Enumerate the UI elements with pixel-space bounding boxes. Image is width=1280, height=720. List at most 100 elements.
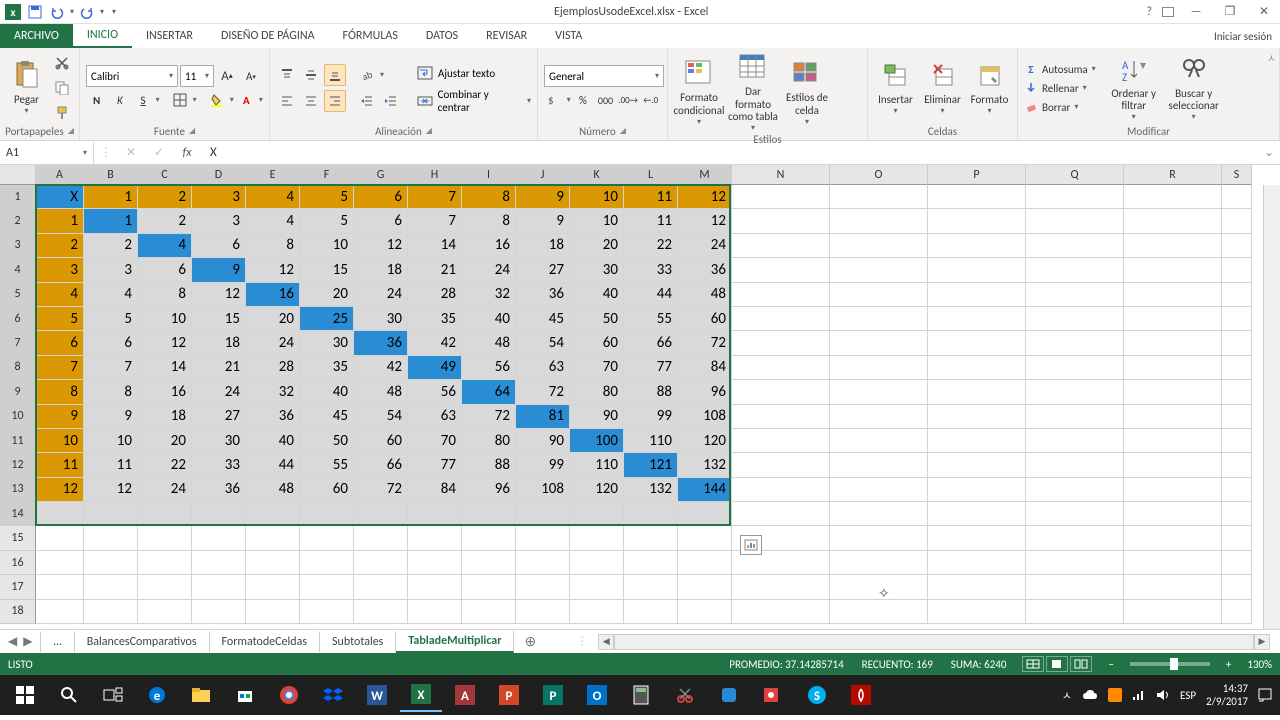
sheet-tab-subtotales[interactable]: Subtotales: [320, 631, 396, 652]
cell[interactable]: 55: [300, 453, 354, 477]
cell[interactable]: 4: [36, 283, 84, 307]
cell[interactable]: [732, 185, 830, 209]
cell[interactable]: 8: [36, 380, 84, 404]
help-icon[interactable]: ?: [1146, 5, 1152, 19]
cell[interactable]: 4: [84, 283, 138, 307]
start-button[interactable]: [4, 678, 46, 712]
cell[interactable]: [732, 331, 830, 355]
cell[interactable]: [928, 234, 1026, 258]
cell[interactable]: 3: [36, 258, 84, 282]
italic-button[interactable]: K: [109, 89, 130, 111]
number-format-selector[interactable]: General▾: [544, 65, 664, 87]
cell[interactable]: [246, 526, 300, 550]
cell[interactable]: 36: [192, 478, 246, 502]
cell[interactable]: [1124, 209, 1222, 233]
row-header[interactable]: 6: [0, 307, 36, 331]
cell[interactable]: 36: [516, 283, 570, 307]
cell[interactable]: 8: [462, 185, 516, 209]
signin-link[interactable]: Iniciar sesión: [1206, 24, 1280, 48]
acrobat-icon[interactable]: [840, 678, 882, 712]
cell[interactable]: 42: [354, 356, 408, 380]
column-header[interactable]: R: [1124, 165, 1222, 185]
cell[interactable]: [516, 526, 570, 550]
cell[interactable]: [1124, 405, 1222, 429]
quick-analysis-icon[interactable]: [740, 535, 762, 555]
cell[interactable]: [84, 551, 138, 575]
cell[interactable]: [516, 575, 570, 599]
cell[interactable]: 44: [246, 453, 300, 477]
cell[interactable]: [830, 258, 928, 282]
cell[interactable]: 21: [192, 356, 246, 380]
find-select-button[interactable]: Buscar y seleccionar▾: [1164, 54, 1224, 122]
cell[interactable]: 6: [192, 234, 246, 258]
column-header[interactable]: M: [678, 165, 732, 185]
cell[interactable]: 4: [138, 234, 192, 258]
underline-button[interactable]: S: [132, 89, 153, 111]
cell[interactable]: 72: [678, 331, 732, 355]
cell[interactable]: 7: [408, 209, 462, 233]
cell[interactable]: [1026, 331, 1124, 355]
fx-icon[interactable]: fx: [178, 146, 196, 160]
column-header[interactable]: H: [408, 165, 462, 185]
cell[interactable]: [84, 600, 138, 624]
cell[interactable]: [1222, 185, 1252, 209]
cell[interactable]: 6: [84, 331, 138, 355]
cell[interactable]: 63: [516, 356, 570, 380]
cell[interactable]: 99: [624, 405, 678, 429]
cell[interactable]: [1124, 526, 1222, 550]
calculator-icon[interactable]: [620, 678, 662, 712]
cell[interactable]: 28: [246, 356, 300, 380]
cell[interactable]: 30: [300, 331, 354, 355]
tab-insertar[interactable]: INSERTAR: [132, 24, 207, 48]
cell[interactable]: [732, 283, 830, 307]
cell[interactable]: 15: [192, 307, 246, 331]
cell[interactable]: [830, 283, 928, 307]
cell[interactable]: [1026, 405, 1124, 429]
cell[interactable]: [1026, 185, 1124, 209]
cell[interactable]: [1026, 453, 1124, 477]
cell[interactable]: 70: [408, 429, 462, 453]
cell[interactable]: 16: [138, 380, 192, 404]
cell[interactable]: 100: [570, 429, 624, 453]
tab-datos[interactable]: DATOS: [412, 24, 472, 48]
cell[interactable]: [1222, 575, 1252, 599]
cell[interactable]: 80: [570, 380, 624, 404]
cell[interactable]: [192, 551, 246, 575]
row-header[interactable]: 1: [0, 185, 36, 209]
cell[interactable]: 12: [354, 234, 408, 258]
cell[interactable]: [928, 331, 1026, 355]
cell[interactable]: [928, 405, 1026, 429]
close-button[interactable]: ✕: [1252, 4, 1276, 19]
tab-inicio[interactable]: INICIO: [73, 24, 132, 48]
cell[interactable]: 27: [192, 405, 246, 429]
cell[interactable]: 15: [300, 258, 354, 282]
cell[interactable]: 70: [570, 356, 624, 380]
format-painter-button[interactable]: [51, 102, 73, 124]
cell[interactable]: [462, 526, 516, 550]
cell[interactable]: 6: [354, 209, 408, 233]
autosum-button[interactable]: ΣAutosuma▾: [1024, 60, 1096, 78]
cell[interactable]: X: [36, 185, 84, 209]
cell[interactable]: 1: [36, 209, 84, 233]
increase-font-icon[interactable]: A▴: [216, 65, 238, 87]
cell[interactable]: 48: [354, 380, 408, 404]
row-header[interactable]: 10: [0, 405, 36, 429]
cell[interactable]: 5: [300, 209, 354, 233]
cell[interactable]: 54: [516, 331, 570, 355]
cell[interactable]: 132: [678, 453, 732, 477]
cell[interactable]: 7: [36, 356, 84, 380]
row-header[interactable]: 12: [0, 453, 36, 477]
decrease-font-icon[interactable]: A▾: [240, 65, 262, 87]
cell[interactable]: 8: [246, 234, 300, 258]
column-header[interactable]: D: [192, 165, 246, 185]
cell[interactable]: [1222, 307, 1252, 331]
fill-color-button[interactable]: [206, 89, 227, 111]
cell[interactable]: 6: [36, 331, 84, 355]
paste-button[interactable]: Pegar ▾: [6, 60, 47, 116]
cell[interactable]: [830, 453, 928, 477]
thousands-icon[interactable]: 000: [595, 89, 616, 111]
cell[interactable]: [1124, 575, 1222, 599]
cell[interactable]: 16: [462, 234, 516, 258]
format-table-button[interactable]: Dar formato como tabla▾: [728, 52, 778, 133]
cell[interactable]: [732, 575, 830, 599]
